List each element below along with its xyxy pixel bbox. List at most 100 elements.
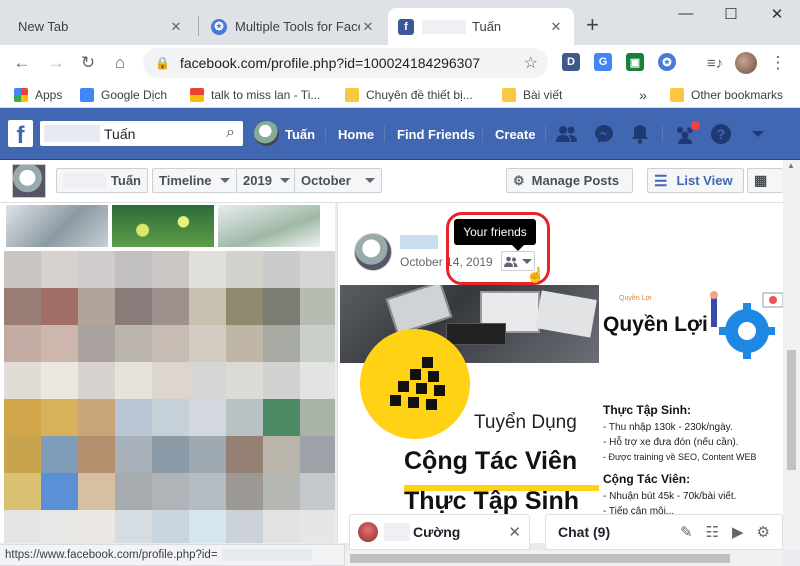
post-author-avatar[interactable] [354,233,392,271]
back-arrow-icon[interactable]: ← [8,45,36,81]
search-icon[interactable]: ⌕ [226,124,235,142]
friend-requests-icon[interactable] [555,122,579,146]
chevron-down-icon [279,178,290,183]
redacted-id [221,549,312,561]
new-tab-plus-icon[interactable]: + [586,12,599,38]
scrollbar-thumb[interactable] [787,350,796,470]
photo-thumbnail[interactable] [218,205,320,247]
bookmark-label: Apps [35,87,63,102]
media-queue-icon[interactable]: ≡♪ [701,45,729,81]
chat-window-tab[interactable]: Cường ✕ [349,514,530,550]
home-icon[interactable]: ⌂ [106,45,134,81]
benefits-title: Quyền Lợi [603,313,708,336]
group-chat-icon[interactable]: ☷ [706,523,719,541]
compass-extension-icon[interactable]: ✪ [658,53,676,71]
close-window-button[interactable]: ✕ [757,5,797,29]
address-bar[interactable]: 🔒 facebook.com/profile.php?id=1000241842… [143,48,548,78]
section-thuc-tap-sinh: Thực Tập Sinh: [603,403,692,417]
find-friends-link[interactable]: Find Friends [397,108,475,160]
profile-name-link[interactable]: Tuấn [285,108,315,160]
benefits-image[interactable]: Quyền Lợi Quyền Lợi Thực Tập Sinh: - Thu… [601,285,783,543]
bookmark-google-dich[interactable]: Google Dịch [80,81,167,108]
search-value: Tuấn [104,125,136,142]
facebook-logo[interactable]: f [8,120,33,147]
bookmark-talk-to-miss-lan[interactable]: talk to miss lan - Ti... [190,81,320,108]
dropdown-label: 2019 [243,173,272,188]
bookmark-apps[interactable]: Apps [14,81,62,108]
gear-illustration-icon [710,291,783,359]
menu-dots-icon[interactable]: ⋮ [764,45,792,81]
profile-avatar[interactable] [254,121,279,146]
bookmark-label: Chuyên đề thiết bị... [366,87,473,102]
video-call-icon[interactable]: ▶ [732,523,744,541]
vertical-scrollbar[interactable]: ▲ [783,160,800,550]
bookmark-star-icon[interactable]: ☆ [524,53,538,73]
tab-title: Tuấn [472,19,502,34]
facebook-search-input[interactable]: Tuấn ⌕ [40,121,243,146]
profile-avatar[interactable] [735,52,757,74]
minimize-button[interactable]: — [666,5,706,29]
tab-facebook-profile[interactable]: f Tuấn ✕ [388,8,574,45]
bookmark-chuyen-de[interactable]: Chuyên đề thiết bị... [345,81,473,108]
close-icon[interactable]: ✕ [360,19,376,35]
bookmark-bai-viet[interactable]: Bài viết [502,81,562,108]
profile-name-button[interactable]: Tuấn [56,168,148,193]
tab-new-tab[interactable]: New Tab ✕ [8,8,194,45]
browser-toolbar: ← → ↻ ⌂ 🔒 facebook.com/profile.php?id=10… [0,45,800,81]
apps-grid-icon [14,87,28,102]
close-icon[interactable]: ✕ [168,19,184,35]
tab-title: Multiple Tools for Facebook [235,19,360,34]
account-menu-caret-icon[interactable] [746,122,770,146]
timeline-post: October 14, 2019 Your friends ☝ Tuyển Dụ… [337,203,783,543]
reload-icon[interactable]: ↻ [74,45,102,81]
scroll-up-icon[interactable]: ▲ [787,162,796,170]
d-extension-icon[interactable]: D [562,53,580,71]
translate-icon [80,87,94,102]
recruitment-image[interactable]: Tuyển Dụng Cộng Tác Viên Thực Tập Sinh [340,285,599,543]
dropdown-label: October [301,173,351,188]
folder-icon [670,87,684,102]
lock-icon: 🔒 [155,56,170,70]
link-status-bar: https://www.facebook.com/profile.php?id= [0,544,345,566]
manage-posts-button[interactable]: ⚙ Manage Posts [506,168,633,193]
close-icon[interactable]: ✕ [508,523,521,541]
gear-icon[interactable]: ⚙ [757,523,770,541]
hand-cursor-icon: ☝ [526,267,545,284]
messenger-icon[interactable] [592,122,616,146]
grid-view-button[interactable]: ▦ [747,168,783,193]
bookmarks-overflow[interactable]: » [639,81,647,108]
month-dropdown[interactable]: October [294,168,382,193]
section-cong-tac-vien: Cộng Tác Viên: [603,472,691,486]
create-link[interactable]: Create [495,108,535,160]
notification-dot [690,120,701,131]
maximize-button[interactable]: ☐ [711,5,751,29]
benefit-line: - Nhuận bút 45k - 70k/bài viết. [603,491,737,502]
timeline-dropdown[interactable]: Timeline [152,168,237,193]
tab-divider [198,16,199,36]
profile-name-label: Tuấn [110,173,141,188]
grid-icon: ▦ [754,172,768,188]
compose-icon[interactable]: ✎ [680,523,693,541]
chevron-down-icon [364,178,375,183]
help-icon[interactable]: ? [709,122,733,146]
bookmark-label: Bài viết [523,87,563,102]
forward-arrow-icon[interactable]: → [42,45,70,81]
notifications-bell-icon[interactable] [628,122,652,146]
tab-multiple-tools[interactable]: ✪ Multiple Tools for Facebook ✕ [201,8,386,45]
nav-divider [482,126,483,142]
photo-thumbnail[interactable] [6,205,108,247]
translate-extension-icon[interactable]: G [594,53,612,71]
browser-tab-strip: New Tab ✕ ✪ Multiple Tools for Facebook … [0,0,800,45]
bookmark-label: talk to miss lan - Ti... [211,87,321,102]
chat-sidebar-tab[interactable]: Chat (9) ✎ ☷ ▶ ⚙ [545,514,783,550]
profile-thumbnail[interactable] [12,164,46,198]
classroom-extension-icon[interactable]: ▣ [626,53,644,71]
close-icon[interactable]: ✕ [548,19,564,35]
year-dropdown[interactable]: 2019 [236,168,297,193]
scrollbar-thumb[interactable] [350,554,730,563]
list-view-button[interactable]: ☰ List View [647,168,744,193]
home-link[interactable]: Home [338,108,374,160]
photo-thumbnail[interactable] [112,205,214,247]
redacted-author-name[interactable] [400,235,438,249]
bookmark-other-bookmarks[interactable]: Other bookmarks [670,81,783,108]
